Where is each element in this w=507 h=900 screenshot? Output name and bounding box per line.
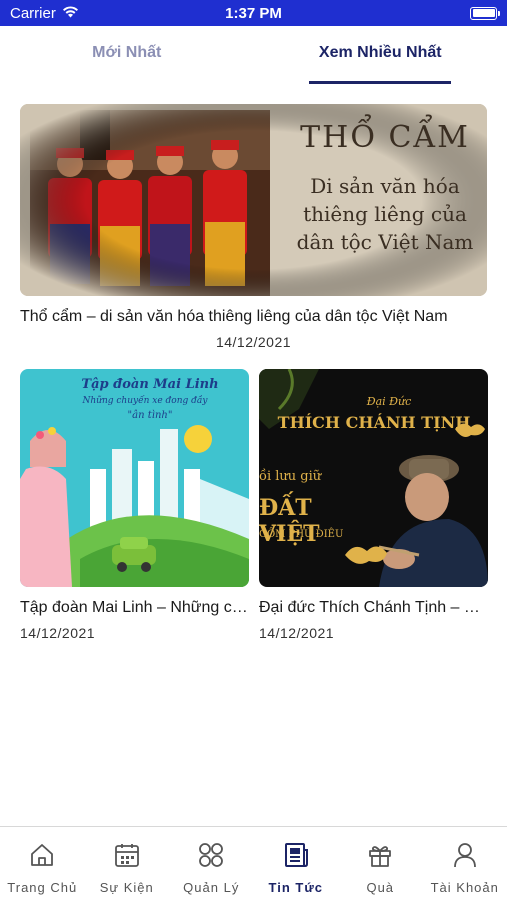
featured-article[interactable]: THỔ CẨM Di sản văn hóa thiêng liêng của … xyxy=(20,104,487,350)
nav-gifts-label: Quà xyxy=(366,880,395,895)
article-image[interactable]: Đại Đức THÍCH CHÁNH TỊNH ồi lưu giữ ĐẤT … xyxy=(259,369,488,587)
article-1-image-line2: Những chuyến xe đong đầy xyxy=(82,396,208,406)
wifi-icon xyxy=(62,5,79,22)
nav-manage[interactable]: Quản Lý xyxy=(169,827,254,900)
article-grid: Tập đoàn Mai Linh Những chuyến xe đong đ… xyxy=(20,369,488,641)
calendar-icon xyxy=(113,841,141,874)
user-icon xyxy=(451,841,479,874)
status-right xyxy=(337,6,500,20)
nav-events-label: Sự Kiện xyxy=(99,880,154,895)
article-1-image-line3: "ân tình" xyxy=(127,410,173,421)
tab-newest[interactable]: Mới Nhất xyxy=(0,26,254,86)
article-title[interactable]: Tập đoàn Mai Linh – Những chuyến xe đong… xyxy=(20,599,249,617)
article-image[interactable]: Tập đoàn Mai Linh Những chuyến xe đong đ… xyxy=(20,369,249,587)
featured-image-heading: THỔ CẨM xyxy=(300,120,470,155)
bottom-nav: Trang Chủ Sự Kiện Quản Lý Tin Tức Quà Tà… xyxy=(0,826,507,900)
nav-account[interactable]: Tài Khoản xyxy=(423,827,507,900)
article-2-image-line3: ồi lưu giữ xyxy=(259,469,322,484)
home-icon xyxy=(28,841,56,874)
grid-icon xyxy=(197,841,225,874)
news-tabs: Mới Nhất Xem Nhiều Nhất xyxy=(0,26,507,86)
featured-article-title[interactable]: Thổ cẩm – di sản văn hóa thiêng liêng củ… xyxy=(20,308,487,326)
article-title[interactable]: Đại đức Thích Chánh Tịnh – Người lưu giữ… xyxy=(259,599,488,617)
article-card[interactable]: Tập đoàn Mai Linh Những chuyến xe đong đ… xyxy=(20,369,249,641)
status-time: 1:37 PM xyxy=(225,4,282,22)
status-left: Carrier xyxy=(10,5,170,22)
article-date: 14/12/2021 xyxy=(259,625,335,641)
article-date: 14/12/2021 xyxy=(20,625,96,641)
news-icon xyxy=(282,841,310,874)
nav-account-label: Tài Khoản xyxy=(430,880,499,895)
featured-article-date: 14/12/2021 xyxy=(215,334,292,350)
tab-newest-label: Mới Nhất xyxy=(92,44,162,61)
featured-image-line3: dân tộc Việt Nam xyxy=(296,230,474,254)
featured-article-image[interactable]: THỔ CẨM Di sản văn hóa thiêng liêng của … xyxy=(20,104,487,296)
featured-image-line1: Di sản văn hóa xyxy=(310,174,460,198)
nav-news-label: Tin Tức xyxy=(268,880,323,895)
tab-most-viewed[interactable]: Xem Nhiều Nhất xyxy=(254,26,507,86)
article-1-image-line1: Tập đoàn Mai Linh xyxy=(81,377,219,392)
gift-icon xyxy=(366,841,394,874)
article-2-image-line1: Đại Đức xyxy=(366,395,412,408)
article-2-image-line2: THÍCH CHÁNH TỊNH xyxy=(277,413,471,432)
nav-home[interactable]: Trang Chủ xyxy=(0,827,85,900)
battery-icon xyxy=(470,6,500,20)
nav-manage-label: Quản Lý xyxy=(183,880,240,895)
article-card[interactable]: Đại Đức THÍCH CHÁNH TỊNH ồi lưu giữ ĐẤT … xyxy=(259,369,488,641)
tab-active-indicator xyxy=(309,81,452,84)
nav-gifts[interactable]: Quà xyxy=(338,827,423,900)
featured-image-line2: thiêng liêng của xyxy=(303,202,467,226)
status-bar: Carrier 1:37 PM xyxy=(0,0,507,26)
carrier-label: Carrier xyxy=(10,4,56,22)
nav-home-label: Trang Chủ xyxy=(7,880,78,895)
nav-news[interactable]: Tin Tức xyxy=(254,827,339,900)
nav-events[interactable]: Sự Kiện xyxy=(85,827,170,900)
article-2-image-line5: GỐM PHÙ ĐIÊU xyxy=(259,529,344,540)
tab-most-viewed-label: Xem Nhiều Nhất xyxy=(318,44,442,61)
